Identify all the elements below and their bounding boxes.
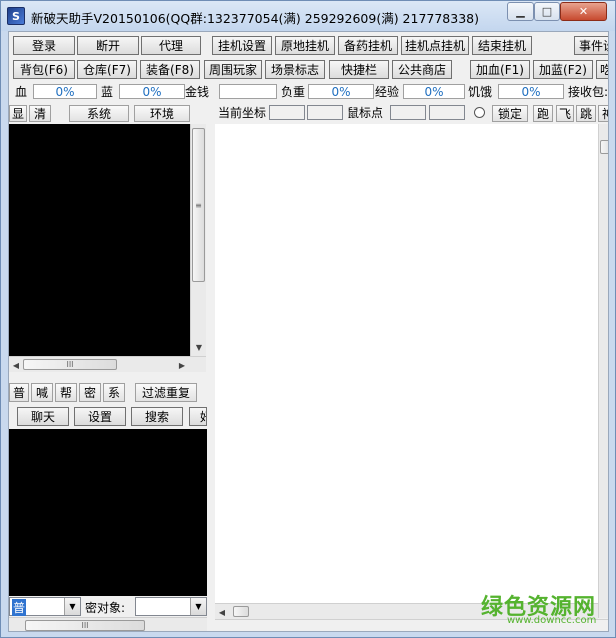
- warehouse-button[interactable]: 仓库(F7): [77, 60, 137, 79]
- scroll-down-icon[interactable]: ▼: [192, 340, 206, 354]
- gold-value: [219, 84, 277, 99]
- add-hp-button[interactable]: 加血(F1): [470, 60, 530, 79]
- chat-button[interactable]: 聊天: [17, 407, 69, 426]
- tab-show[interactable]: 显: [9, 105, 27, 122]
- system-log-area[interactable]: [9, 124, 190, 356]
- god-button[interactable]: 神: [598, 105, 608, 122]
- app-logo-icon: S: [7, 7, 25, 25]
- scroll-left-icon[interactable]: ◀: [215, 605, 229, 619]
- receive-packet-label: 接收包:: [568, 85, 609, 99]
- shortcut-bar-button[interactable]: 快捷栏: [329, 60, 389, 79]
- close-icon: ✕: [578, 5, 589, 18]
- hunger-label: 饥饿: [468, 85, 493, 99]
- system-log-vscroll[interactable]: ≡ ▼: [190, 124, 206, 356]
- point-hang-button[interactable]: 挂机点挂机: [401, 36, 469, 55]
- tab-system[interactable]: 系统: [69, 105, 129, 122]
- watermark-url: www.downcc.com: [507, 615, 597, 626]
- title-bar[interactable]: S 新破天助手V20150106(QQ群:132377054(满) 259292…: [1, 1, 615, 31]
- map-canvas[interactable]: [215, 124, 604, 618]
- scroll-thumb[interactable]: [600, 140, 608, 154]
- jump-button[interactable]: 跳: [576, 105, 596, 122]
- current-coord-label: 当前坐标: [218, 106, 267, 120]
- login-button[interactable]: 登录: [13, 36, 75, 55]
- hp-value: 0%: [33, 84, 97, 99]
- hunger-value: 0%: [498, 84, 564, 99]
- mouse-point-label: 鼠标点: [347, 106, 384, 120]
- close-button[interactable]: ✕: [560, 2, 607, 21]
- tab-chat-normal[interactable]: 普: [9, 383, 29, 402]
- tab-chat-secret[interactable]: 密: [79, 383, 101, 402]
- mp-label: 蓝: [101, 85, 114, 99]
- mouse-y-field: [429, 105, 465, 120]
- app-window: S 新破天助手V20150106(QQ群:132377054(满) 259292…: [0, 0, 616, 638]
- gold-label: 金钱: [185, 85, 210, 99]
- mp-value: 0%: [119, 84, 185, 99]
- lock-radio[interactable]: [474, 107, 485, 118]
- hp-label: 血: [15, 85, 28, 99]
- backpack-button[interactable]: 背包(F6): [13, 60, 75, 79]
- coord-y-field: [307, 105, 343, 120]
- system-log-hscroll[interactable]: ◀ III ▶: [9, 356, 206, 372]
- local-hang-button[interactable]: 原地挂机: [275, 36, 335, 55]
- run-button[interactable]: 跑: [533, 105, 553, 122]
- potion-hang-button[interactable]: 备药挂机: [338, 36, 398, 55]
- exp-value: 0%: [403, 84, 465, 99]
- coord-x-field: [269, 105, 305, 120]
- scroll-thumb[interactable]: III: [23, 359, 117, 370]
- minimize-button[interactable]: ▁: [507, 2, 534, 21]
- tab-clear[interactable]: 清: [29, 105, 51, 122]
- chevron-down-icon[interactable]: ▼: [190, 598, 206, 615]
- weight-value: 0%: [308, 84, 374, 99]
- scroll-thumb[interactable]: III: [25, 620, 145, 631]
- hang-settings-button[interactable]: 挂机设置: [212, 36, 272, 55]
- chat-friend-button[interactable]: 好: [189, 407, 207, 426]
- map-vscroll[interactable]: [598, 124, 608, 618]
- tab-chat-system[interactable]: 系: [103, 383, 125, 402]
- events-button[interactable]: 事件设: [574, 36, 608, 55]
- minimize-icon: ▁: [516, 5, 525, 18]
- scroll-thumb[interactable]: ≡: [192, 128, 205, 282]
- exp-label: 经验: [375, 85, 400, 99]
- filter-repeat-button[interactable]: 过滤重复: [135, 383, 197, 402]
- scroll-thumb[interactable]: [233, 606, 249, 617]
- chat-search-button[interactable]: 搜索: [131, 407, 183, 426]
- public-shop-button[interactable]: 公共商店: [392, 60, 452, 79]
- tab-chat-shout[interactable]: 喊: [31, 383, 53, 402]
- tab-chat-guild[interactable]: 帮: [55, 383, 77, 402]
- eat-button[interactable]: 吃: [596, 60, 608, 79]
- disconnect-button[interactable]: 断开: [77, 36, 139, 55]
- chat-settings-button[interactable]: 设置: [74, 407, 126, 426]
- client-area: 登录 断开 代理 挂机设置 原地挂机 备药挂机 挂机点挂机 结束挂机 事件设 背…: [8, 31, 609, 632]
- maximize-icon: □: [541, 5, 553, 18]
- scroll-left-icon[interactable]: ◀: [9, 358, 23, 372]
- chevron-down-icon[interactable]: ▼: [64, 598, 80, 615]
- chat-channel-select[interactable]: 普 ▼: [9, 597, 81, 616]
- chat-hscroll[interactable]: III: [9, 617, 207, 631]
- nearby-players-button[interactable]: 周围玩家: [204, 60, 262, 79]
- proxy-button[interactable]: 代理: [141, 36, 201, 55]
- secret-target-select[interactable]: ▼: [135, 597, 207, 616]
- maximize-button[interactable]: □: [534, 2, 560, 21]
- lock-button[interactable]: 锁定: [492, 105, 528, 122]
- add-mp-button[interactable]: 加蓝(F2): [533, 60, 593, 79]
- equipment-button[interactable]: 装备(F8): [140, 60, 200, 79]
- chat-log-area[interactable]: [9, 429, 207, 596]
- fly-button[interactable]: 飞: [556, 105, 574, 122]
- weight-label: 负重: [281, 85, 306, 99]
- chat-channel-value: 普: [12, 599, 27, 616]
- tab-environment[interactable]: 环境: [134, 105, 190, 122]
- window-title: 新破天助手V20150106(QQ群:132377054(满) 25929260…: [31, 11, 479, 26]
- mouse-x-field: [390, 105, 426, 120]
- scroll-right-icon[interactable]: ▶: [175, 358, 189, 372]
- scene-marker-button[interactable]: 场景标志: [265, 60, 325, 79]
- stop-hang-button[interactable]: 结束挂机: [472, 36, 532, 55]
- secret-target-label: 密对象:: [85, 601, 126, 615]
